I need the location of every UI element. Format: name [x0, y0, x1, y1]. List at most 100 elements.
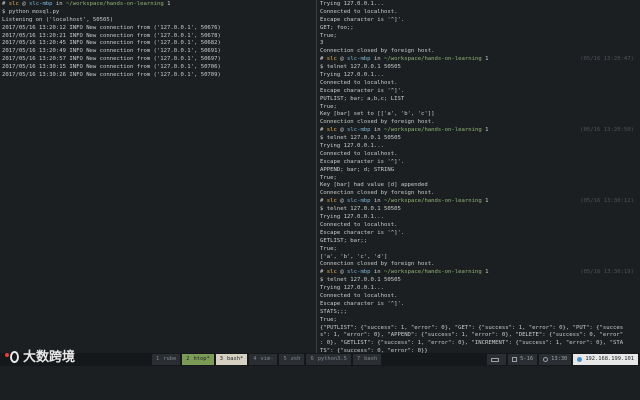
tab-number: 4 — [253, 355, 257, 362]
output-line: 2017/05/16 13:30:26 INFO New connection … — [2, 72, 221, 79]
output-line: $ telnet 127.0.0.1 50505 — [320, 277, 401, 284]
prompt-marker: # — [320, 56, 327, 63]
output-line: Connected to localhost. — [320, 221, 398, 228]
output-line: True; — [320, 32, 337, 39]
prompt-marker: # — [320, 127, 327, 134]
output-line: {"PUTLIST": {"success": 1, "error": 0}, … — [320, 324, 624, 331]
output-line: Trying 127.0.0.1... — [320, 214, 384, 221]
prompt-host: slc-mbp — [346, 269, 371, 276]
prompt-user: slc — [8, 1, 19, 7]
prompt-marker: # — [320, 198, 327, 205]
output-line: True; — [320, 174, 337, 181]
window-tab[interactable]: 3 bash* — [215, 354, 248, 365]
prompt-line: # slc @ slc-mbp in ~/workspace/hands-on-… — [320, 56, 640, 64]
output-line: $ python mosql.py — [2, 8, 60, 15]
output-line: Connected to localhost. — [320, 292, 398, 299]
date-segment: 5-16 — [508, 354, 538, 365]
output-line: True; — [320, 316, 337, 323]
prompt-user: slc — [326, 56, 337, 63]
prompt-at: @ — [18, 1, 29, 7]
right-status: 5-16 13:30 192.168.199.101 — [485, 354, 638, 365]
output-line: True; — [320, 103, 337, 110]
left-terminal-pane[interactable]: # slc @ slc-mbp in ~/workspace/hands-on-… — [0, 0, 316, 353]
output-line: PUTLIST; bar; a,b,c; LIST — [320, 95, 405, 102]
output-line: Escape character is '^]'. — [320, 300, 405, 307]
tab-label: python3.5 — [317, 355, 347, 362]
time-label: 13:30 — [551, 355, 568, 362]
output-line: Trying 127.0.0.1... — [320, 72, 384, 79]
prompt-suffix: 1 — [481, 56, 489, 63]
output-line: Escape character is '^]'. — [320, 229, 405, 236]
prompt-at: @ — [336, 56, 347, 63]
window-tab[interactable]: 4 vim- — [249, 354, 278, 365]
ip-label: 192.168.199.101 — [585, 355, 634, 362]
window-tab[interactable]: 2 htop* — [182, 354, 214, 365]
output-line: Trying 127.0.0.1... — [320, 143, 384, 150]
tab-label: bash* — [226, 355, 244, 362]
prompt-path: ~/workspace/hands-on-learning — [384, 269, 482, 276]
prompt-path: ~/workspace/hands-on-learning — [66, 1, 164, 7]
output-line: APPEND; bar; d; STRING — [320, 166, 395, 173]
calendar-icon — [512, 357, 518, 362]
prompt-suffix: 1 — [163, 1, 171, 7]
prompt-line: # slc @ slc-mbp in ~/workspace/hands-on-… — [320, 198, 640, 206]
tmux-status-bar: 1 rube 2 htop* 3 bash* 4 vim- 5 zsh 6 python3.5 7 bas… — [0, 353, 640, 366]
window-tab[interactable]: 5 zsh — [279, 354, 305, 365]
prompt-suffix: 1 — [481, 269, 489, 276]
logo-text: 大数跨境 — [23, 350, 76, 366]
output-line: Listening on ('localhost', 50505) — [2, 16, 114, 23]
window-tab[interactable]: 1 rube — [152, 354, 181, 365]
window-tab[interactable]: 6 python3.5 — [306, 354, 351, 365]
output-line: $ telnet 127.0.0.1 50505 — [320, 64, 401, 71]
output-line: Connected to localhost. — [320, 8, 398, 15]
prompt-line: # slc @ slc-mbp in ~/workspace/hands-on-… — [320, 269, 640, 277]
window-tabs: 1 rube 2 htop* 3 bash* 4 vim- 5 zsh 6 python3.5 7 bas… — [152, 354, 383, 365]
output-line: ['a', 'b', 'c', 'd'] — [320, 253, 388, 260]
prompt-user: slc — [326, 198, 337, 205]
tab-number: 7 — [356, 355, 361, 362]
time-segment: 13:30 — [539, 354, 572, 365]
output-line: 2017/05/16 13:20:57 INFO New connection … — [2, 56, 221, 63]
output-line: 2017/05/16 13:20:45 INFO New connection … — [2, 40, 221, 47]
output-line: Connection closed by foreign host. — [320, 190, 435, 197]
output-line: 3 — [320, 40, 324, 47]
pane-divider[interactable] — [316, 0, 317, 353]
output-line: 2017/05/16 13:20:12 INFO New connection … — [2, 24, 221, 31]
prompt-in: in — [370, 198, 385, 205]
output-line: : 0}, "GETLIST": {"success": 1, "error":… — [320, 340, 624, 347]
output-line: Connection closed by foreign host. — [320, 261, 435, 268]
prompt-in: in — [370, 56, 385, 63]
right-terminal-pane[interactable]: Trying 127.0.0.1... Connected to localhos… — [318, 0, 640, 353]
prompt-host: slc-mbp — [346, 56, 371, 63]
prompt-user: slc — [326, 127, 337, 134]
watermark-logo: 大数跨境 — [4, 348, 75, 368]
output-line: STATS;;; — [320, 308, 347, 315]
prompt-marker: # — [2, 1, 9, 7]
tab-label: zsh — [290, 355, 301, 362]
output-line: Connected to localhost. — [320, 150, 398, 157]
prompt-line: # slc @ slc-mbp in ~/workspace/hands-on-… — [2, 1, 316, 9]
output-line: s": 1, "error": 0}, "APPEND": {"success"… — [320, 332, 624, 339]
output-line: GETLIST; bar;; — [320, 237, 368, 244]
tab-number: 3 — [219, 355, 223, 362]
prompt-line: # slc @ slc-mbp in ~/workspace/hands-on-… — [320, 127, 640, 135]
prompt-timestamp: (05/16 13:30:19) — [580, 269, 634, 276]
output-line: Trying 127.0.0.1... — [320, 1, 384, 7]
prompt-path: ~/workspace/hands-on-learning — [384, 56, 482, 63]
output-line: 2017/05/16 13:20:49 INFO New connection … — [2, 48, 221, 55]
tab-label: htop* — [193, 355, 210, 362]
output-line: Connection closed by foreign host. — [320, 119, 435, 126]
output-line: Connected to localhost. — [320, 79, 398, 86]
prompt-in: in — [370, 269, 385, 276]
window-tab[interactable]: 7 bash — [352, 354, 382, 365]
network-icon — [577, 357, 583, 362]
prompt-suffix: 1 — [481, 198, 489, 205]
output-line: Trying 127.0.0.1... — [320, 285, 384, 292]
output-line: GET; foo;; — [320, 24, 354, 31]
prompt-in: in — [370, 127, 385, 134]
tab-number: 6 — [310, 355, 314, 362]
output-line: Escape character is '^]'. — [320, 16, 405, 23]
tab-label: rube — [163, 355, 177, 362]
prompt-at: @ — [336, 198, 347, 205]
clock-icon — [543, 357, 549, 362]
